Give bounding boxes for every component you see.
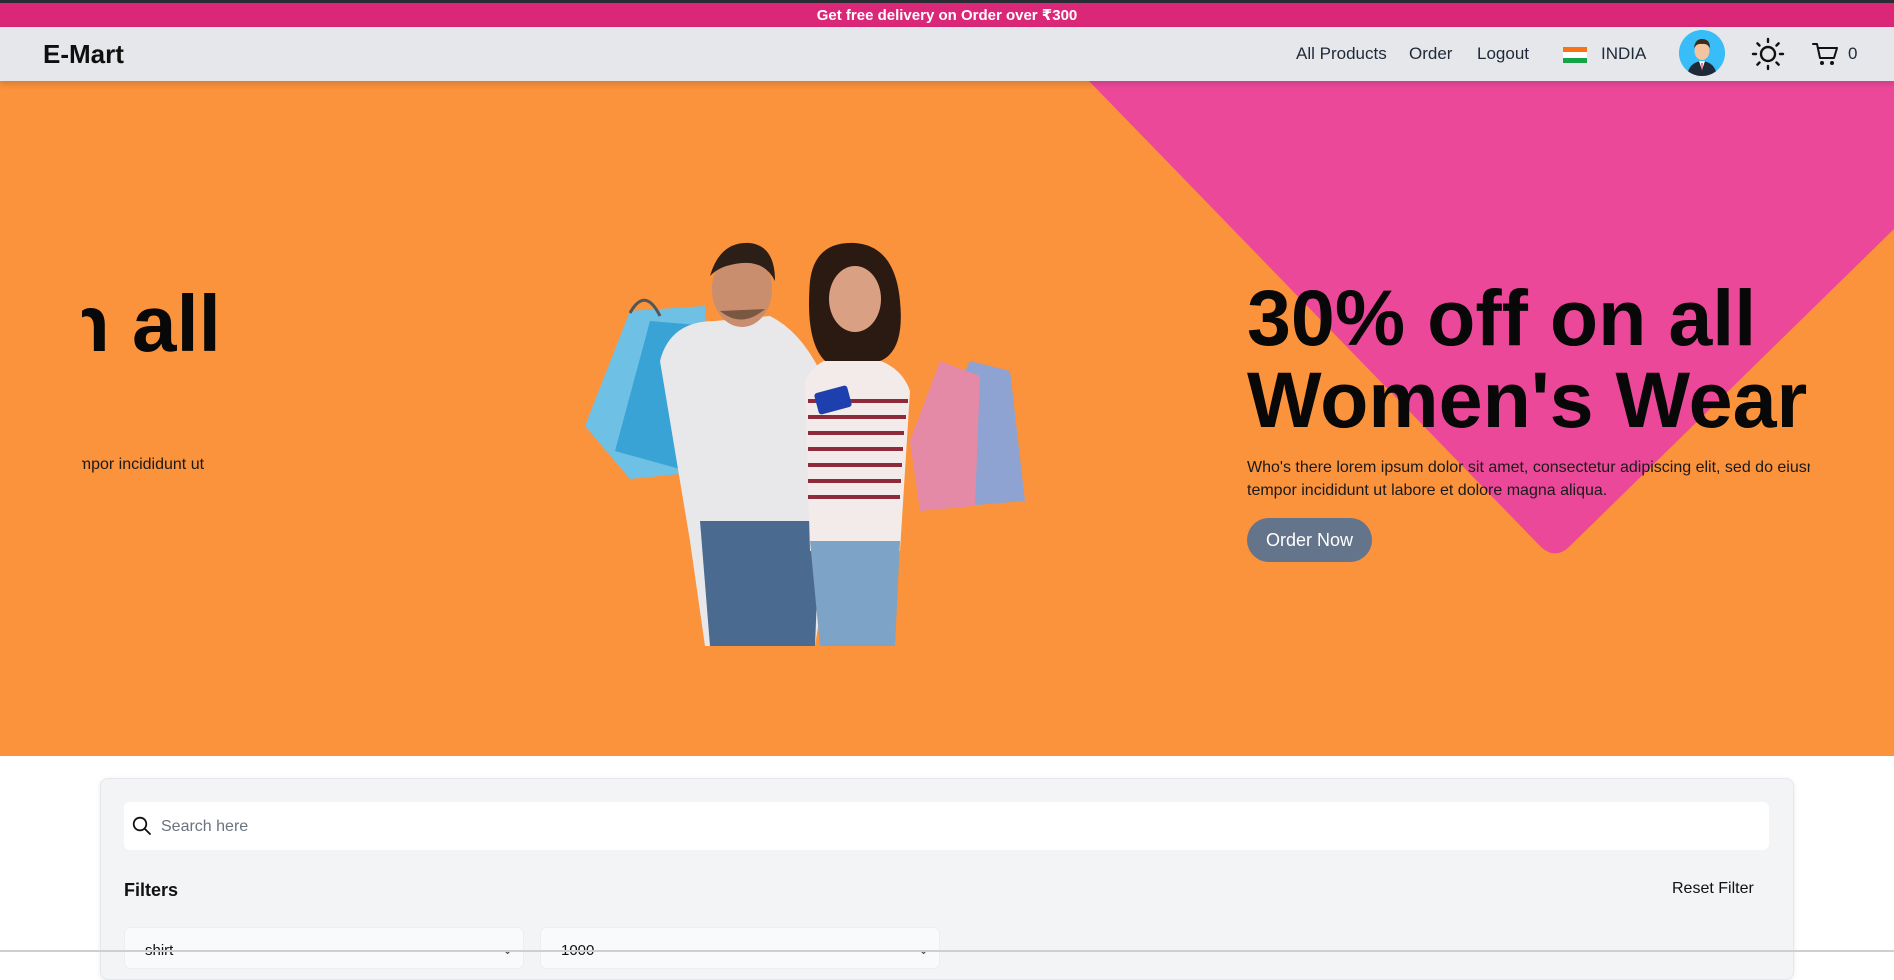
cart-icon [1812, 43, 1838, 65]
order-now-button[interactable]: Order Now [1247, 518, 1372, 562]
hero-title-line-2: Women's Wear [1247, 355, 1808, 444]
reset-filter-button[interactable]: Reset Filter [1672, 880, 1754, 898]
previous-slide-description: sed do eiusmod tempor incididunt ut [82, 456, 205, 473]
navbar: E-Mart All Products Order Logout INDIA 0 [0, 27, 1894, 81]
nav-order[interactable]: Order [1409, 44, 1452, 64]
current-slide: 30% off on all Women's Wear Who's there … [1247, 81, 1810, 756]
previous-slide: on all sed do eiusmod tempor incididunt … [82, 81, 502, 756]
sun-icon [1751, 37, 1785, 71]
cart-button[interactable] [1811, 40, 1839, 68]
nav-logout[interactable]: Logout [1477, 44, 1529, 64]
promo-banner: Get free delivery on Order over ₹300 [0, 3, 1894, 27]
filters-title: Filters [124, 880, 179, 900]
promo-text: Get free delivery on Order over ₹300 [816, 7, 1078, 24]
search-input[interactable] [159, 802, 1753, 852]
previous-slide-title: on all [82, 279, 221, 368]
logo[interactable]: E-Mart [43, 39, 124, 70]
hero-carousel[interactable]: on all sed do eiusmod tempor incididunt … [0, 81, 1894, 756]
avatar-person-icon [1679, 30, 1725, 76]
theme-toggle-button[interactable] [1750, 36, 1786, 72]
search-icon [132, 816, 151, 835]
nav-all-products[interactable]: All Products [1296, 44, 1387, 64]
search-box[interactable] [124, 802, 1769, 852]
hero-title: 30% off on all Women's Wear [1247, 277, 1807, 441]
hero-description: Who's there lorem ipsum dolor sit amet, … [1247, 459, 1810, 499]
category-select[interactable]: shirt ⌄ [124, 927, 524, 969]
india-flag-icon [1563, 47, 1587, 63]
hero-title-line-1: 30% off on all [1247, 273, 1757, 362]
price-select[interactable]: 1000 ⌄ [540, 927, 940, 969]
country-selector[interactable]: INDIA [1601, 44, 1646, 64]
cart-count: 0 [1848, 44, 1858, 63]
hero-couple-image [585, 242, 1025, 646]
user-avatar[interactable] [1679, 30, 1725, 76]
